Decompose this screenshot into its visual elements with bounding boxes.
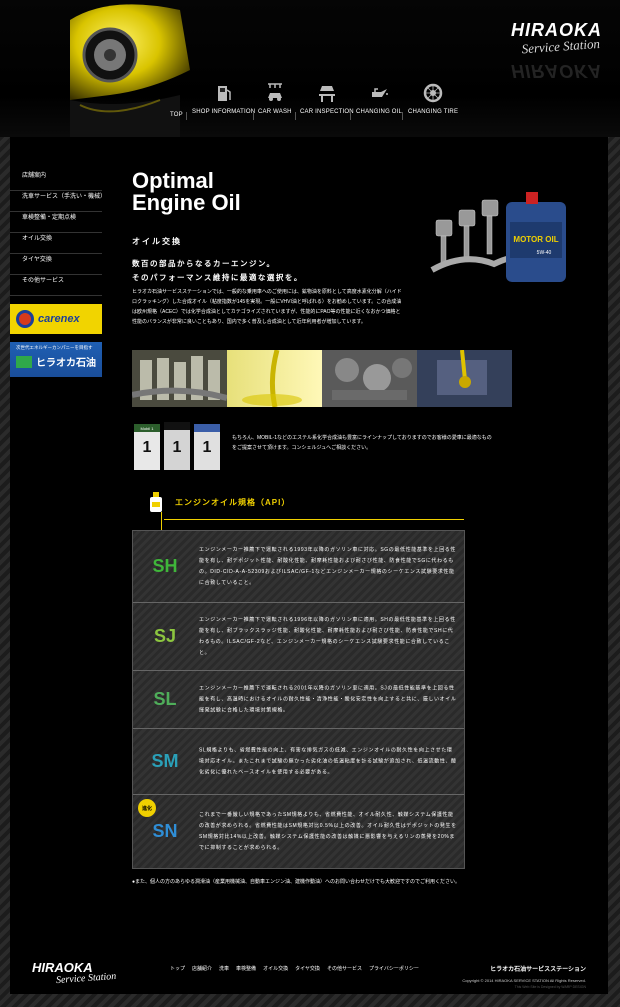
footer-link-top[interactable]: トップ	[170, 965, 185, 972]
lead-text: 数百の部品からなるカーエンジン。 そのパフォーマンス維持に最適な選択を。	[132, 257, 303, 285]
hiraoka-oil-logo-icon	[16, 355, 32, 368]
footer-link-shop[interactable]: 店舗紹介	[192, 965, 212, 972]
api-row-sl: SL エンジンメーカー推薦下で運転される2001年以降のガソリン車に適用。SJの…	[133, 671, 464, 729]
tire-icon	[423, 83, 443, 103]
carenex-logo-icon	[16, 310, 34, 328]
nav-car-inspection-label: CAR INSPECTION	[300, 109, 354, 115]
main-nav: TOP SHOP INFORMATION CAR WASH CAR INSPEC…	[160, 82, 460, 122]
svg-text:1: 1	[203, 439, 212, 456]
footer-link-car-wash[interactable]: 洗車	[219, 965, 229, 972]
nav-top[interactable]: TOP	[170, 112, 183, 118]
carenex-banner[interactable]: carenex	[10, 304, 102, 334]
api-desc-sh: エンジンメーカー推薦下で運転される1993年以降のガソリン車に対応。SGの最低性…	[199, 546, 457, 586]
mobil-description: もちろん、MOBIL-1などのエステル系化学合成油も豊富にラインナップしておりま…	[232, 435, 492, 451]
footer-copyright: Copyright © 2014 HIRAOKA SERVICE STATION…	[462, 978, 586, 983]
sidebar: 店舗案内 洗車サービス（手洗い・機械） 車検整備・定期点検 オイル交換 タイヤ交…	[10, 170, 102, 296]
sidebar-item-car-wash[interactable]: 洗車サービス（手洗い・機械）	[10, 191, 102, 212]
carenex-banner-label: carenex	[38, 313, 80, 325]
api-table: SH エンジンメーカー推薦下で運転される1993年以降のガソリン車に対応。SGの…	[132, 530, 465, 869]
car-wash-icon	[267, 83, 282, 101]
footer-company-name: ヒラオカ石油サービスステーション	[490, 967, 586, 973]
car-lift-icon	[318, 86, 335, 102]
lead-line2: そのパフォーマンス維持に最適な選択を。	[132, 273, 303, 282]
logo-reflection-main: HIRAOKA	[511, 61, 602, 81]
api-desc-sn: これまで一番厳しい規格であったSM規格よりも、省燃費性能、オイル耐久性、触媒シス…	[199, 811, 457, 851]
sidebar-item-shop-info[interactable]: 店舗案内	[10, 170, 102, 191]
footer: HIRAOKA Service Station トップ 店舗紹介 洗車 車検整備…	[0, 934, 620, 1007]
logo-reflection: HIRAOKA	[511, 60, 602, 81]
page-title-line2: Engine Oil	[132, 190, 241, 215]
mobil1-product-image: 1 1 1 Mobil 1	[132, 420, 222, 472]
nav-changing-oil-label: CHANGING OIL	[356, 109, 403, 115]
api-code-sj: SJ	[153, 626, 177, 646]
product-sub-label: 5W-40	[537, 250, 552, 256]
footer-link-inspection[interactable]: 車検整備	[236, 965, 256, 972]
svg-text:1: 1	[173, 439, 182, 456]
section-label: オイル交換	[132, 237, 182, 246]
photo-strip	[132, 350, 512, 407]
nav-changing-oil[interactable]: CHANGING OIL	[356, 82, 402, 115]
site-logo[interactable]: HIRAOKA Service Station	[511, 20, 602, 56]
api-desc-sm: SL規格よりも、省燃費性能の向上、有害な排気ガスの低減、エンジンオイルの耐久性を…	[199, 747, 457, 775]
footer-link-other[interactable]: その他サービス	[327, 965, 362, 972]
footer-link-privacy[interactable]: プライバシーポリシー	[369, 965, 419, 972]
hiraoka-oil-banner-tagline: 次世代エネルギーカンパニーを目指す	[16, 345, 93, 350]
footer-nav: トップ 店舗紹介 洗車 車検整備 オイル交換 タイヤ交換 その他サービス プライ…	[170, 965, 419, 972]
body-text: ヒラオカ石油サービスステーションでは、一般的な乗用車へのご使用には、鉱物油を原料…	[132, 289, 402, 325]
contact-note: ●また、個人の方のあらゆる潤滑油（産業用機械油、自動車エンジン油、建機作動油）へ…	[132, 879, 461, 885]
sidebar-item-oil-change[interactable]: オイル交換	[10, 233, 102, 254]
api-code-sn: SN	[152, 821, 178, 841]
api-heading-underline	[164, 519, 464, 520]
nav-changing-tire-label: CHANGING TIRE	[408, 109, 459, 115]
nav-shop-information-label: SHOP INFORMATION	[192, 109, 256, 115]
nav-car-wash-label: CAR WASH	[258, 109, 292, 115]
api-row-sm: SM SL規格よりも、省燃費性能の向上、有害な排気ガスの低減、エンジンオイルの耐…	[133, 729, 464, 795]
nav-top-label: TOP	[170, 112, 183, 118]
nav-divider	[253, 112, 254, 120]
engine-block-photo	[322, 350, 417, 407]
api-desc-sj: エンジンメーカー推薦下で運転される1996年以降のガソリン車に適用。SHの最低性…	[199, 616, 456, 656]
nav-divider	[295, 112, 296, 120]
api-desc-sl: エンジンメーカー推薦下で運転される2001年以降のガソリン車に適用。SJの最低性…	[199, 685, 457, 713]
lead-line1: 数百の部品からなるカーエンジン。	[132, 259, 276, 268]
fuel-pump-icon	[217, 86, 231, 101]
footer-credit: This Web Site is Designed by WARP DESIGN	[514, 985, 586, 989]
api-code-sm: SM	[151, 751, 179, 771]
footer-panel: HIRAOKA Service Station トップ 店舗紹介 洗車 車検整備…	[10, 934, 608, 994]
oil-can-icon	[372, 88, 389, 97]
api-section-title: エンジンオイル規格（API）	[175, 498, 291, 507]
nav-divider	[402, 112, 403, 120]
nav-changing-tire[interactable]: CHANGING TIRE	[408, 82, 458, 115]
api-row-sj: SJ エンジンメーカー推薦下で運転される1996年以降のガソリン車に適用。SHの…	[133, 603, 464, 671]
engine-parts-photo	[132, 350, 227, 407]
oil-bottle-icon	[150, 492, 162, 512]
footer-link-oil-change[interactable]: オイル交換	[263, 965, 288, 972]
api-row-sn: 進化 SN これまで一番厳しい規格であったSM規格よりも、省燃費性能、オイル耐久…	[133, 795, 464, 868]
page-title: Optimal Engine Oil	[132, 170, 241, 214]
api-code-sh: SH	[152, 556, 178, 576]
engine-oil-fill-photo	[417, 350, 512, 407]
nav-divider	[186, 112, 187, 120]
product-label: MOTOR OIL	[513, 235, 558, 244]
sidebar-item-other-services[interactable]: その他サービス	[10, 275, 102, 296]
nav-divider	[350, 112, 351, 120]
nav-car-wash[interactable]: CAR WASH	[258, 82, 292, 115]
hiraoka-oil-banner-name: ヒラオカ石油	[36, 358, 96, 369]
nav-shop-information[interactable]: SHOP INFORMATION	[192, 82, 255, 115]
api-row-sh: SH エンジンメーカー推薦下で運転される1993年以降のガソリン車に対応。SGの…	[133, 531, 464, 603]
header: HIRAOKA Service Station HIRAOKA TOP SHOP…	[0, 0, 620, 137]
engine-oil-product-image: MOTOR OIL 5W-40	[424, 182, 620, 302]
hiraoka-oil-banner-main: ヒラオカ石油	[10, 354, 102, 369]
hiraoka-oil-banner[interactable]: 次世代エネルギーカンパニーを目指す ヒラオカ石油	[10, 342, 102, 377]
oil-pour-photo	[227, 350, 322, 407]
api-code-sl: SL	[153, 689, 177, 709]
sidebar-item-tire-change[interactable]: タイヤ交換	[10, 254, 102, 275]
page: HIRAOKA Service Station HIRAOKA TOP SHOP…	[0, 0, 620, 1007]
svg-text:1: 1	[143, 439, 152, 456]
sidebar-item-inspection[interactable]: 車検整備・定期点検	[10, 212, 102, 233]
mobil-can-label: Mobil 1	[141, 426, 155, 431]
footer-logo[interactable]: HIRAOKA Service Station	[32, 960, 117, 986]
nav-car-inspection[interactable]: CAR INSPECTION	[300, 82, 354, 115]
footer-link-tire-change[interactable]: タイヤ交換	[295, 965, 320, 972]
